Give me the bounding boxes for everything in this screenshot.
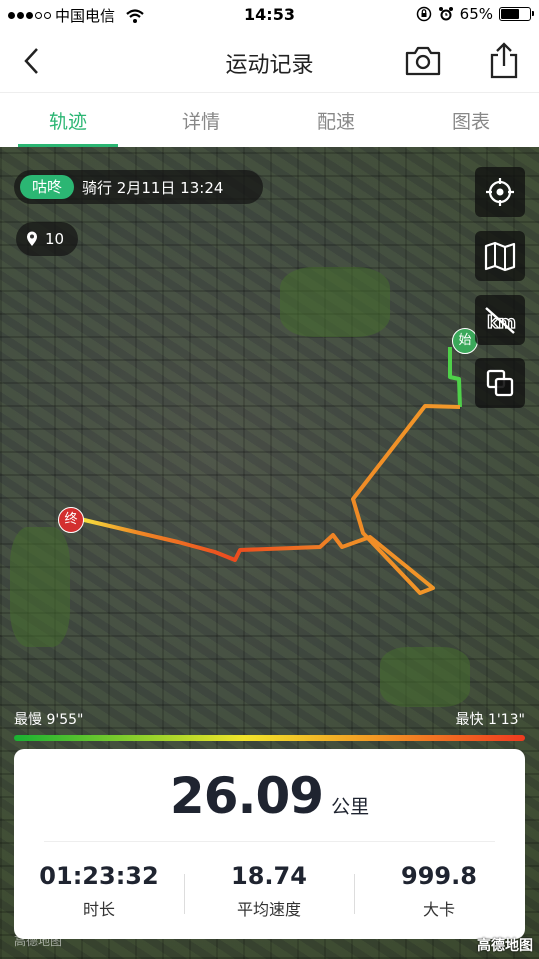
slowest-pace-label: 最慢 9'55" bbox=[14, 712, 84, 728]
alarm-icon bbox=[438, 7, 453, 21]
tab-charts[interactable]: 图表 bbox=[421, 107, 521, 134]
page-title: 运动记录 bbox=[225, 53, 314, 78]
tab-details[interactable]: 详情 bbox=[151, 107, 251, 134]
stats-card: 26.09 公里 01:23:32 时长 18.74 平均速度 999.8 大卡 bbox=[14, 749, 525, 939]
share-button[interactable] bbox=[486, 40, 522, 80]
fastest-pace-label: 最快 1'13" bbox=[455, 712, 525, 728]
stat-duration: 01:23:32 时长 bbox=[14, 862, 184, 920]
tab-track[interactable]: 轨迹 bbox=[18, 107, 118, 134]
stat-calories: 999.8 大卡 bbox=[354, 862, 524, 920]
map-layer-button[interactable] bbox=[475, 231, 525, 281]
overlay-icon bbox=[486, 369, 514, 397]
rotation-lock-icon bbox=[416, 6, 431, 22]
end-marker[interactable]: 终 bbox=[58, 507, 84, 533]
km-toggle-button[interactable]: km bbox=[475, 295, 525, 345]
location-count-pill[interactable]: 10 bbox=[16, 222, 78, 256]
battery-icon bbox=[499, 7, 534, 21]
map-layer-icon bbox=[484, 241, 516, 272]
stat-label: 时长 bbox=[82, 900, 115, 919]
stat-label: 大卡 bbox=[422, 900, 455, 919]
nav-bar: 运动记录 bbox=[0, 30, 539, 92]
location-count: 10 bbox=[45, 230, 65, 248]
locate-button[interactable] bbox=[475, 167, 525, 217]
distance-summary: 26.09 公里 bbox=[14, 767, 525, 825]
status-bar: 中国电信 14:53 65% bbox=[0, 0, 539, 30]
stat-avg-speed: 18.74 平均速度 bbox=[184, 862, 354, 920]
card-divider bbox=[44, 841, 495, 842]
tab-bar: 轨迹 详情 配速 图表 bbox=[0, 92, 539, 147]
camera-button[interactable] bbox=[404, 43, 442, 79]
battery-label: 65% bbox=[459, 5, 493, 23]
distance-value: 26.09 bbox=[169, 767, 324, 825]
km-toggle-icon: km bbox=[485, 307, 517, 334]
speed-gradient-bar bbox=[14, 735, 525, 741]
share-icon bbox=[490, 42, 518, 79]
location-pin-icon bbox=[27, 231, 37, 246]
stat-value: 999.8 bbox=[401, 862, 477, 890]
locate-icon bbox=[486, 178, 514, 206]
activity-info-pill: 咕咚 骑行 2月11日 13:24 bbox=[14, 170, 263, 204]
activity-summary: 骑行 2月11日 13:24 bbox=[82, 178, 224, 197]
map-logo-right: 高德地图 bbox=[477, 938, 533, 954]
overlay-button[interactable] bbox=[475, 358, 525, 408]
stat-label: 平均速度 bbox=[236, 900, 301, 919]
status-right: 65% bbox=[416, 5, 534, 23]
map-logo-left: 高德地图 bbox=[14, 934, 63, 948]
stat-value: 18.74 bbox=[231, 862, 307, 890]
distance-unit: 公里 bbox=[331, 796, 370, 818]
stat-value: 01:23:32 bbox=[39, 862, 159, 890]
map-view[interactable]: 始 终 咕咚 骑行 2月11日 13:24 10 km bbox=[0, 147, 539, 959]
camera-icon bbox=[405, 46, 441, 76]
tab-pace[interactable]: 配速 bbox=[286, 107, 386, 134]
brand-badge: 咕咚 bbox=[20, 175, 75, 199]
